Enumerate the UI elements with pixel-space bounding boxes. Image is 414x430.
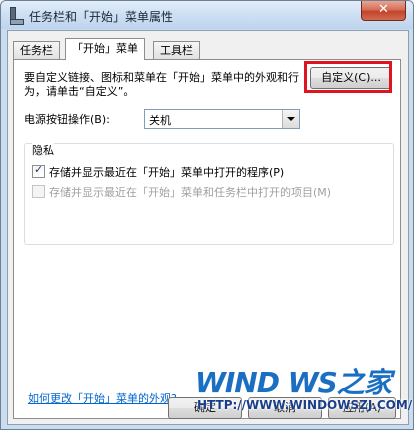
window-title: 任务栏和「开始」菜单属性 <box>29 10 174 24</box>
cancel-button[interactable]: 取消 <box>248 397 322 419</box>
recent-items-checkbox <box>32 185 45 198</box>
power-button-select[interactable]: 关机 <box>144 109 300 129</box>
dialog-client-area: 任务栏 「开始」菜单 工具栏 要自定义链接、图标和菜单在「开始」菜单中的外观和行… <box>7 30 409 425</box>
customize-description: 要自定义链接、图标和菜单在「开始」菜单中的外观和行为，请单击“自定义”。 <box>24 71 299 98</box>
privacy-group-title: 隐私 <box>32 142 54 158</box>
close-icon: ✕ <box>378 2 389 17</box>
close-button[interactable]: ✕ <box>361 1 406 21</box>
tab-toolbars[interactable]: 工具栏 <box>153 41 200 59</box>
tab-start-menu[interactable]: 「开始」菜单 <box>65 38 145 60</box>
ok-button[interactable]: 确定 <box>168 397 242 419</box>
tab-taskbar[interactable]: 任务栏 <box>13 41 60 59</box>
apply-button[interactable]: 应用(A) <box>328 397 396 419</box>
recent-programs-label: 存储并显示最近在「开始」菜单中打开的程序(P) <box>49 166 285 179</box>
recent-items-label: 存储并显示最近在「开始」菜单和任务栏中打开的项目(M) <box>49 186 332 199</box>
recent-programs-checkbox-row[interactable]: 存储并显示最近在「开始」菜单中打开的程序(P) <box>32 163 285 180</box>
dialog-window: 任务栏和「开始」菜单属性 ✕ 任务栏 「开始」菜单 工具栏 要自定义链接、图标和… <box>0 0 414 430</box>
customize-button[interactable]: 自定义(C)... <box>310 67 392 89</box>
taskbar-properties-icon <box>10 7 24 25</box>
recent-items-checkbox-row: 存储并显示最近在「开始」菜单和任务栏中打开的项目(M) <box>32 184 331 200</box>
tab-strip: 任务栏 「开始」菜单 工具栏 <box>13 38 403 60</box>
power-button-label: 电源按钮操作(B): <box>24 113 110 126</box>
power-button-value: 关机 <box>149 114 171 127</box>
help-link[interactable]: 如何更改「开始」菜单的外观? <box>28 390 177 406</box>
chevron-down-icon[interactable] <box>282 110 299 128</box>
title-bar[interactable]: 任务栏和「开始」菜单属性 ✕ <box>1 1 413 29</box>
recent-programs-checkbox[interactable] <box>32 163 45 178</box>
